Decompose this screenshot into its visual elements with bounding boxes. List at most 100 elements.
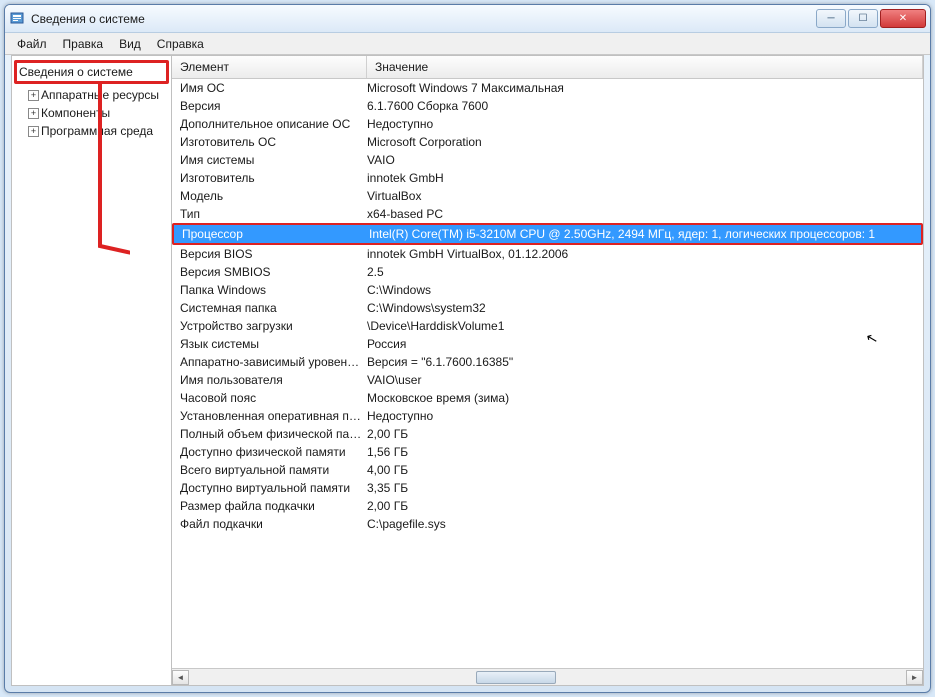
list-row[interactable]: Изготовитель ОСMicrosoft Corporation	[172, 133, 923, 151]
cell-element: Изготовитель ОС	[172, 135, 367, 149]
list-row[interactable]: Файл подкачкиC:\pagefile.sys	[172, 515, 923, 533]
scroll-track[interactable]	[189, 670, 906, 685]
list-row[interactable]: Папка WindowsC:\Windows	[172, 281, 923, 299]
cell-element: Модель	[172, 189, 367, 203]
list-row[interactable]: Изготовительinnotek GmbH	[172, 169, 923, 187]
titlebar[interactable]: Сведения о системе ─ ☐ ✕	[5, 5, 930, 33]
list-row[interactable]: ПроцессорIntel(R) Core(TM) i5-3210M CPU …	[172, 223, 923, 245]
cell-value: 2,00 ГБ	[367, 427, 923, 441]
cell-value: C:\Windows\system32	[367, 301, 923, 315]
tree-item-components[interactable]: + Компоненты	[14, 104, 169, 122]
cell-value: Россия	[367, 337, 923, 351]
cell-value: VAIO\user	[367, 373, 923, 387]
cell-element: Аппаратно-зависимый уровен…	[172, 355, 367, 369]
cell-element: Имя ОС	[172, 81, 367, 95]
tree-item-label: Аппаратные ресурсы	[41, 88, 159, 102]
tree-root-label: Сведения о системе	[19, 65, 133, 79]
plus-icon[interactable]: +	[28, 126, 39, 137]
tree-pane: Сведения о системе + Аппаратные ресурсы …	[12, 56, 172, 685]
cell-element: Файл подкачки	[172, 517, 367, 531]
cell-element: Размер файла подкачки	[172, 499, 367, 513]
cell-value: x64-based PC	[367, 207, 923, 221]
scroll-left-button[interactable]: ◄	[172, 670, 189, 685]
menubar: Файл Правка Вид Справка	[5, 33, 930, 55]
tree-item-label: Компоненты	[41, 106, 110, 120]
cell-value: C:\pagefile.sys	[367, 517, 923, 531]
list-row[interactable]: Полный объем физической па…2,00 ГБ	[172, 425, 923, 443]
cell-element: Доступно физической памяти	[172, 445, 367, 459]
tree-item-software[interactable]: + Программная среда	[14, 122, 169, 140]
list-header: Элемент Значение	[172, 56, 923, 79]
cell-value: Недоступно	[367, 409, 923, 423]
app-window: Сведения о системе ─ ☐ ✕ Файл Правка Вид…	[4, 4, 931, 693]
cell-element: Полный объем физической па…	[172, 427, 367, 441]
cell-element: Устройство загрузки	[172, 319, 367, 333]
cell-value: 4,00 ГБ	[367, 463, 923, 477]
cell-value: Московское время (зима)	[367, 391, 923, 405]
list-row[interactable]: Версия BIOSinnotek GmbH VirtualBox, 01.1…	[172, 245, 923, 263]
tree-item-hardware[interactable]: + Аппаратные ресурсы	[14, 86, 169, 104]
minimize-button[interactable]: ─	[816, 9, 846, 28]
list-row[interactable]: Всего виртуальной памяти4,00 ГБ	[172, 461, 923, 479]
list-row[interactable]: Доступно физической памяти1,56 ГБ	[172, 443, 923, 461]
cell-element: Версия	[172, 99, 367, 113]
cell-element: Дополнительное описание ОС	[172, 117, 367, 131]
list-row[interactable]: Аппаратно-зависимый уровен…Версия = "6.1…	[172, 353, 923, 371]
cell-element: Часовой пояс	[172, 391, 367, 405]
list-row[interactable]: Доступно виртуальной памяти3,35 ГБ	[172, 479, 923, 497]
list-row[interactable]: Имя ОСMicrosoft Windows 7 Максимальная	[172, 79, 923, 97]
list-row[interactable]: Имя системыVAIO	[172, 151, 923, 169]
body: Сведения о системе + Аппаратные ресурсы …	[11, 55, 924, 686]
cell-value: 3,35 ГБ	[367, 481, 923, 495]
scroll-thumb[interactable]	[476, 671, 556, 684]
list-row[interactable]: Версия6.1.7600 Сборка 7600	[172, 97, 923, 115]
cell-element: Имя системы	[172, 153, 367, 167]
menu-file[interactable]: Файл	[9, 35, 55, 53]
tree-item-label: Программная среда	[41, 124, 153, 138]
cell-element: Версия SMBIOS	[172, 265, 367, 279]
menu-edit[interactable]: Правка	[55, 35, 112, 53]
cell-value: 2,00 ГБ	[367, 499, 923, 513]
plus-icon[interactable]: +	[28, 108, 39, 119]
list-row[interactable]: Устройство загрузки\Device\HarddiskVolum…	[172, 317, 923, 335]
list-row[interactable]: МодельVirtualBox	[172, 187, 923, 205]
cell-element: Всего виртуальной памяти	[172, 463, 367, 477]
list-row[interactable]: Установленная оперативная п…Недоступно	[172, 407, 923, 425]
scroll-right-button[interactable]: ►	[906, 670, 923, 685]
plus-icon[interactable]: +	[28, 90, 39, 101]
cell-element: Процессор	[174, 225, 369, 243]
column-element[interactable]: Элемент	[172, 56, 367, 78]
list-row[interactable]: Размер файла подкачки2,00 ГБ	[172, 497, 923, 515]
cell-value: Версия = "6.1.7600.16385"	[367, 355, 923, 369]
cell-element: Доступно виртуальной памяти	[172, 481, 367, 495]
menu-view[interactable]: Вид	[111, 35, 149, 53]
list-body[interactable]: Имя ОСMicrosoft Windows 7 МаксимальнаяВе…	[172, 79, 923, 668]
list-row[interactable]: Типx64-based PC	[172, 205, 923, 223]
cell-element: Системная папка	[172, 301, 367, 315]
cell-value: Intel(R) Core(TM) i5-3210M CPU @ 2.50GHz…	[369, 225, 921, 243]
list-row[interactable]: Часовой поясМосковское время (зима)	[172, 389, 923, 407]
menu-help[interactable]: Справка	[149, 35, 212, 53]
list-row[interactable]: Дополнительное описание ОСНедоступно	[172, 115, 923, 133]
cell-element: Версия BIOS	[172, 247, 367, 261]
cell-value: 1,56 ГБ	[367, 445, 923, 459]
cell-value: \Device\HarddiskVolume1	[367, 319, 923, 333]
cell-value: 6.1.7600 Сборка 7600	[367, 99, 923, 113]
cell-element: Папка Windows	[172, 283, 367, 297]
list-row[interactable]: Имя пользователяVAIO\user	[172, 371, 923, 389]
window-title: Сведения о системе	[31, 12, 814, 26]
cell-element: Тип	[172, 207, 367, 221]
tree-root[interactable]: Сведения о системе	[14, 60, 169, 84]
close-button[interactable]: ✕	[880, 9, 926, 28]
list-row[interactable]: Версия SMBIOS2.5	[172, 263, 923, 281]
cell-value: Недоступно	[367, 117, 923, 131]
list-row[interactable]: Язык системыРоссия	[172, 335, 923, 353]
column-value[interactable]: Значение	[367, 56, 923, 78]
window-buttons: ─ ☐ ✕	[814, 9, 926, 28]
maximize-button[interactable]: ☐	[848, 9, 878, 28]
cell-value: 2.5	[367, 265, 923, 279]
cell-element: Язык системы	[172, 337, 367, 351]
app-icon	[9, 11, 25, 27]
list-row[interactable]: Системная папкаC:\Windows\system32	[172, 299, 923, 317]
cell-value: Microsoft Windows 7 Максимальная	[367, 81, 923, 95]
